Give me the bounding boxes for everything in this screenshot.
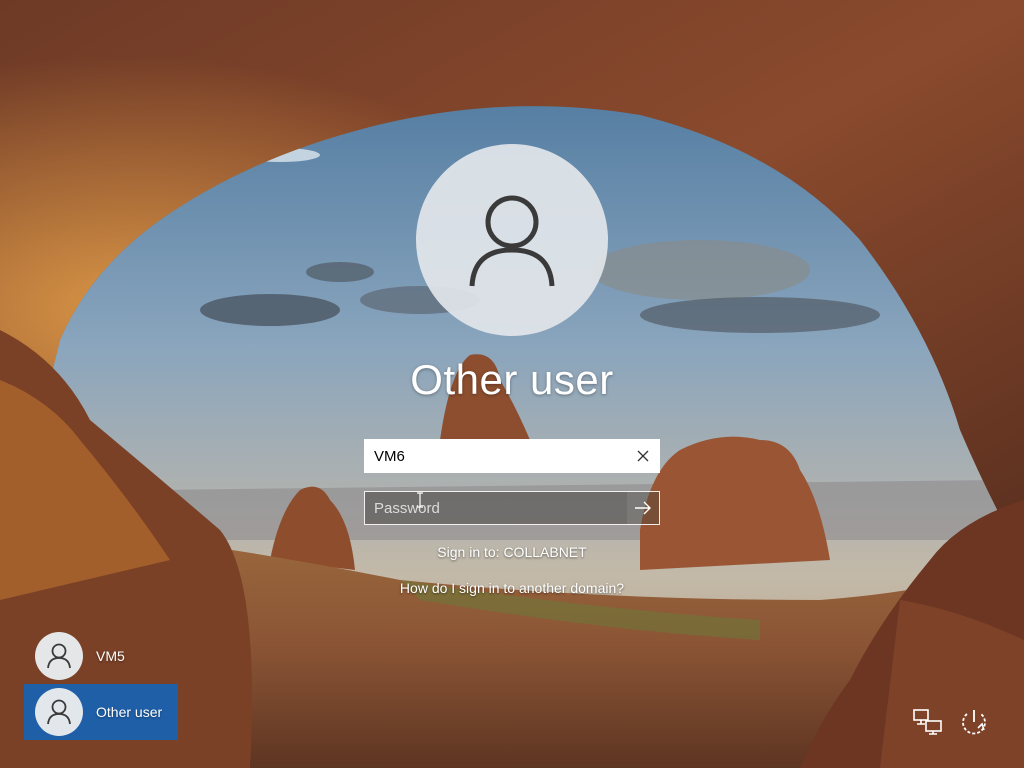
sign-in-domain-text: Sign in to: COLLABNET <box>437 544 587 560</box>
username-field[interactable] <box>364 439 660 473</box>
user-avatar-small <box>35 632 83 680</box>
password-field[interactable] <box>364 491 660 525</box>
lock-screen: Other user Sign in to: COLLABNET How do … <box>0 0 1024 768</box>
user-item-other-user[interactable]: Other user <box>24 684 178 740</box>
clear-username-button[interactable] <box>627 440 659 472</box>
submit-button[interactable] <box>627 492 659 524</box>
user-avatar-large <box>416 144 608 336</box>
user-item-vm5[interactable]: VM5 <box>24 628 178 684</box>
mouse-cursor-icon <box>417 492 423 508</box>
power-button[interactable] <box>956 704 992 740</box>
domain-help-link[interactable]: How do I sign in to another domain? <box>312 580 712 596</box>
close-icon <box>637 450 649 462</box>
network-icon <box>913 709 942 735</box>
user-name-title: Other user <box>410 356 614 403</box>
network-button[interactable] <box>910 704 946 740</box>
user-item-label: Other user <box>96 704 163 720</box>
user-list: VM5 Other user <box>24 628 178 740</box>
arrow-right-icon <box>635 501 651 515</box>
power-icon <box>962 710 986 735</box>
person-icon <box>47 699 71 725</box>
person-icon <box>469 195 555 287</box>
user-item-label: VM5 <box>96 648 125 664</box>
user-avatar-small <box>35 688 83 736</box>
person-icon <box>47 643 71 669</box>
username-input[interactable] <box>365 440 627 472</box>
password-input[interactable] <box>365 492 627 524</box>
